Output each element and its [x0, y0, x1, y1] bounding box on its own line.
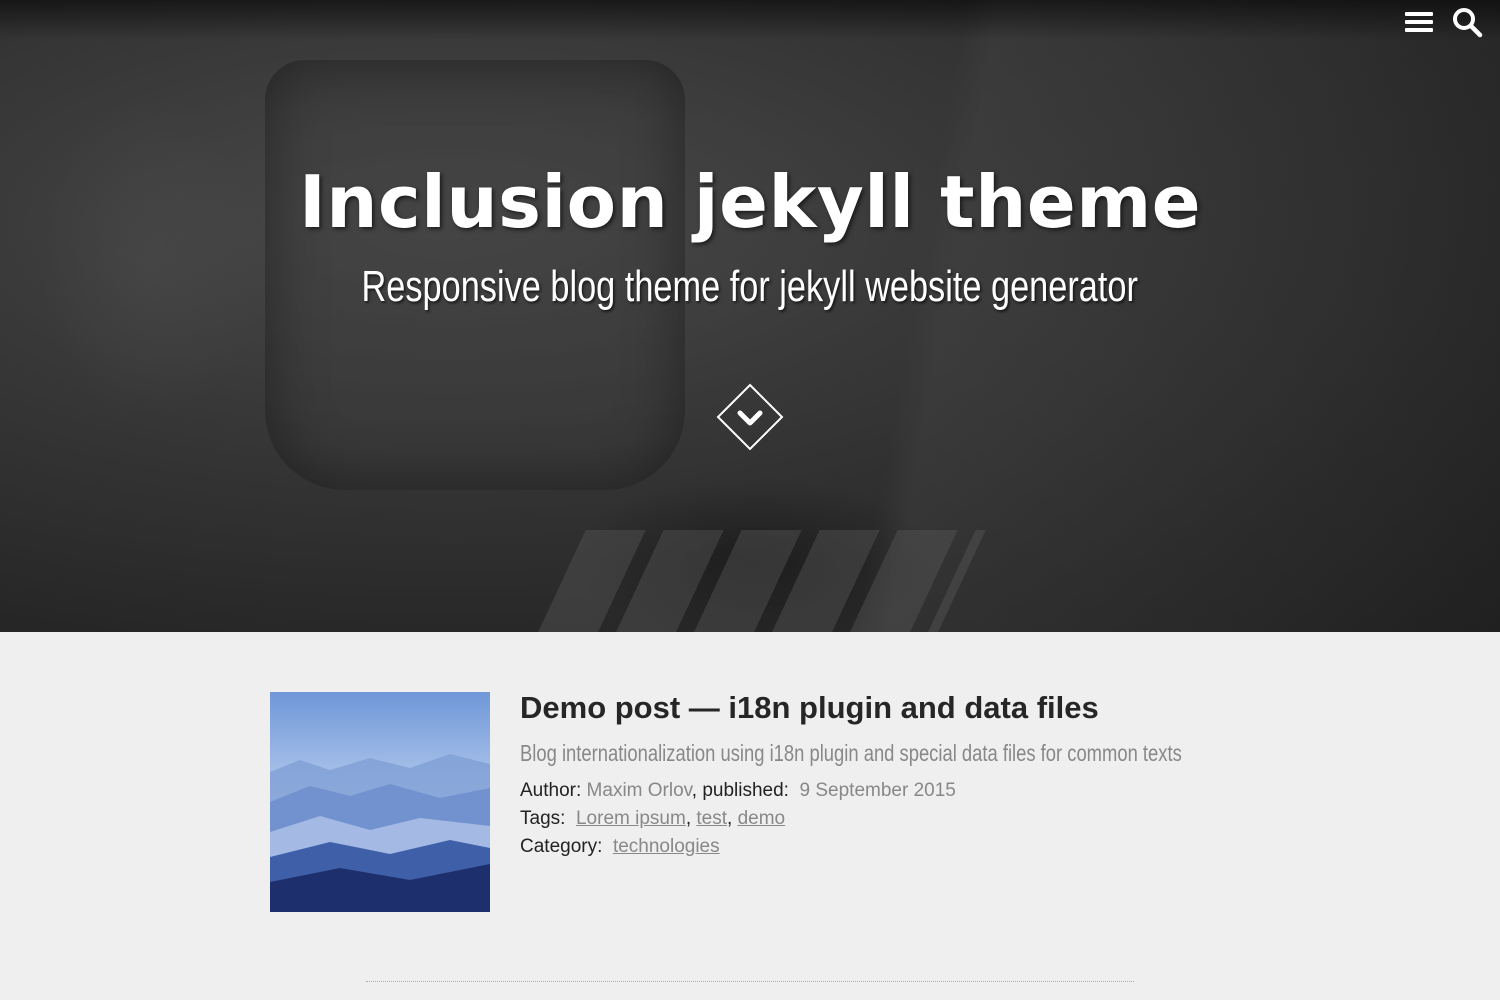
search-button[interactable]: [1451, 6, 1483, 38]
separator: ,: [727, 808, 733, 829]
post-author-line: Author: Maxim Orlov, published: 9 Septem…: [520, 780, 956, 802]
search-icon: [1453, 8, 1483, 38]
site-title: Inclusion jekyll theme: [298, 160, 1202, 244]
category-label: Category:: [520, 836, 603, 857]
hero-background-keyboard: [534, 530, 986, 632]
post-tags-line: Tags: Lorem ipsum, test, demo: [520, 808, 785, 830]
menu-icon: [1405, 12, 1433, 32]
tag-link[interactable]: Lorem ipsum: [576, 808, 686, 829]
tags-label: Tags:: [520, 808, 566, 829]
post-title-link[interactable]: Demo post — i18n plugin and data files: [520, 690, 1099, 726]
tag-link[interactable]: test: [696, 808, 727, 829]
post-thumbnail[interactable]: [270, 692, 490, 912]
chevron-down-icon: [716, 383, 784, 451]
hero-header: Inclusion jekyll theme Responsive blog t…: [0, 0, 1500, 632]
category-link[interactable]: technologies: [613, 836, 720, 857]
site-subtitle-text: Responsive blog theme for jekyll website…: [361, 262, 1139, 311]
tag-link[interactable]: demo: [738, 808, 786, 829]
published-date: 9 September 2015: [799, 780, 956, 801]
site-subtitle: Responsive blog theme for jekyll website…: [0, 262, 1500, 312]
menu-button[interactable]: [1403, 6, 1435, 38]
post-category-line: Category: technologies: [520, 836, 720, 858]
author-name: Maxim Orlov: [586, 780, 692, 801]
post-description: Blog internationalization using i18n plu…: [520, 740, 1182, 766]
scroll-down-button[interactable]: [716, 383, 784, 451]
published-label: , published:: [691, 780, 789, 801]
separator: ,: [685, 808, 692, 829]
post-divider: [366, 981, 1134, 982]
author-label: Author:: [520, 780, 582, 801]
mountains-image: [270, 692, 490, 912]
